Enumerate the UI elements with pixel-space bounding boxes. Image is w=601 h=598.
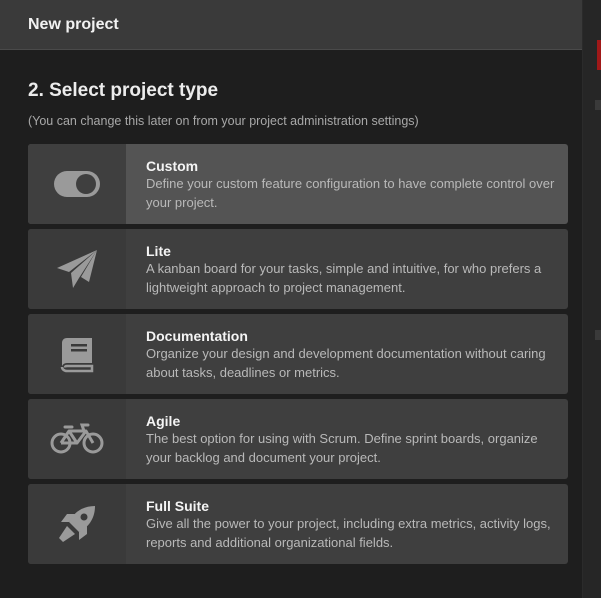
option-name: Full Suite <box>146 498 209 514</box>
paper-plane-icon <box>57 250 97 288</box>
option-icon-box <box>28 144 126 224</box>
modal-header: New project <box>0 0 582 50</box>
book-icon <box>60 338 94 373</box>
option-description: A kanban board for your tasks, simple an… <box>146 261 542 295</box>
option-description: Give all the power to your project, incl… <box>146 516 551 550</box>
project-type-option-lite[interactable]: Lite A kanban board for your tasks, simp… <box>28 229 568 309</box>
project-type-option-full-suite[interactable]: Full Suite Give all the power to your pr… <box>28 484 568 564</box>
option-name: Agile <box>146 413 181 429</box>
option-name: Custom <box>146 158 199 174</box>
option-text: Agile The best option for using with Scr… <box>126 399 568 479</box>
option-icon-box <box>28 399 126 479</box>
option-text: Lite A kanban board for your tasks, simp… <box>126 229 568 309</box>
option-icon-box <box>28 314 126 394</box>
project-type-option-agile[interactable]: Agile The best option for using with Scr… <box>28 399 568 479</box>
option-text: Custom Define your custom feature config… <box>126 144 568 224</box>
option-text: Full Suite Give all the power to your pr… <box>126 484 568 564</box>
option-icon-box <box>28 229 126 309</box>
project-type-list: Custom Define your custom feature config… <box>28 144 568 569</box>
background-mark <box>595 100 601 110</box>
toggle-icon <box>54 171 100 197</box>
new-project-modal: New project 2. Select project type (You … <box>0 0 583 598</box>
project-type-option-documentation[interactable]: Documentation Organize your design and d… <box>28 314 568 394</box>
option-text: Documentation Organize your design and d… <box>126 314 568 394</box>
project-type-option-custom[interactable]: Custom Define your custom feature config… <box>28 144 568 224</box>
option-icon-box <box>28 484 126 564</box>
rocket-icon <box>59 506 95 542</box>
background-app-edge <box>582 0 601 598</box>
step-title: 2. Select project type <box>28 80 219 101</box>
bicycle-icon <box>50 423 104 454</box>
step-subtitle: (You can change this later on from your … <box>28 114 419 128</box>
background-mark <box>595 330 601 340</box>
option-description: Define your custom feature configuration… <box>146 176 555 210</box>
option-description: Organize your design and development doc… <box>146 346 546 380</box>
option-name: Documentation <box>146 328 248 344</box>
modal-title: New project <box>28 15 119 33</box>
option-name: Lite <box>146 243 171 259</box>
background-accent <box>597 40 601 70</box>
option-description: The best option for using with Scrum. De… <box>146 431 538 465</box>
